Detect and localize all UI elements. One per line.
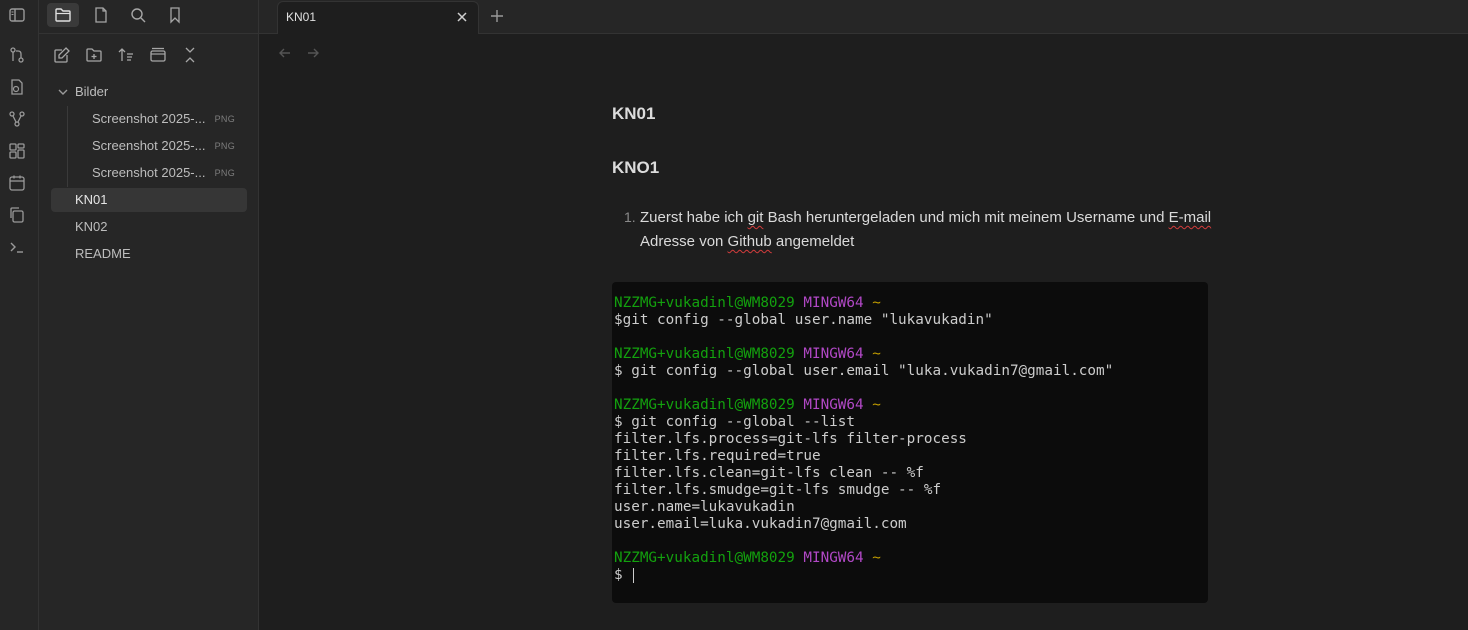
terminal-cursor <box>633 567 635 583</box>
note-label: KN02 <box>75 219 108 234</box>
file-icon[interactable] <box>85 3 117 27</box>
chevron-down-icon <box>57 80 69 104</box>
collapse-view-icon[interactable] <box>147 44 169 66</box>
note-label: KN01 <box>75 192 108 207</box>
list-item-text[interactable]: Zuerst habe ich git Bash heruntergeladen… <box>640 206 1280 254</box>
folder-label: Bilder <box>75 84 109 99</box>
note-heading: KNO1 <box>612 158 660 177</box>
file-label: Screenshot 2025-... <box>92 165 206 180</box>
new-folder-icon[interactable] <box>83 44 105 66</box>
tree-note-kn02[interactable]: KN02 <box>51 215 247 239</box>
file-extension-badge: PNG <box>214 168 235 178</box>
collapse-all-icon[interactable] <box>179 44 201 66</box>
file-label: Screenshot 2025-... <box>92 111 206 126</box>
embedded-terminal-screenshot: NZZMG+vukadinl@WM8029 MINGW64 ~ $git con… <box>612 282 1208 603</box>
editor-tab-bar: KN01 <box>259 0 1468 34</box>
terminal-icon[interactable] <box>8 238 26 256</box>
canvas-icon[interactable] <box>8 142 26 160</box>
folder-bilder[interactable]: Bilder <box>51 80 247 104</box>
file-explorer-sidebar: Bilder Screenshot 2025-... PNG Screensho… <box>39 0 259 630</box>
left-ribbon <box>0 0 39 630</box>
graph-icon[interactable] <box>8 110 26 128</box>
bookmark-icon[interactable] <box>159 3 191 27</box>
copy-icon[interactable] <box>8 206 26 224</box>
tab-title: KN01 <box>286 10 317 24</box>
tree-note-readme[interactable]: README <box>51 242 247 266</box>
file-label: Screenshot 2025-... <box>92 138 206 153</box>
back-arrow-icon[interactable] <box>276 44 294 62</box>
calendar-icon[interactable] <box>8 174 26 192</box>
file-extension-badge: PNG <box>214 114 235 124</box>
sidebar-toggle-icon[interactable] <box>8 6 26 24</box>
file-recovery-icon[interactable] <box>8 78 26 96</box>
search-icon[interactable] <box>122 3 154 27</box>
close-icon[interactable] <box>454 9 470 25</box>
inline-title[interactable]: KN01 <box>612 104 655 124</box>
sort-icon[interactable] <box>115 44 137 66</box>
tree-file-image[interactable]: Screenshot 2025-... PNG <box>51 134 247 158</box>
files-icon[interactable] <box>47 3 79 27</box>
tab-kn01[interactable]: KN01 <box>277 1 479 34</box>
list-number: 1. <box>624 209 636 225</box>
tree-file-image[interactable]: Screenshot 2025-... PNG <box>51 107 247 131</box>
tree-note-kn01[interactable]: KN01 <box>51 188 247 212</box>
sidebar-tab-header <box>39 0 258 34</box>
git-icon[interactable] <box>8 46 26 64</box>
note-label: README <box>75 246 131 261</box>
terminal-output: NZZMG+vukadinl@WM8029 MINGW64 ~ $git con… <box>614 295 1114 583</box>
file-extension-badge: PNG <box>214 141 235 151</box>
new-tab-icon[interactable] <box>487 6 507 26</box>
tree-file-image[interactable]: Screenshot 2025-... PNG <box>51 161 247 185</box>
forward-arrow-icon[interactable] <box>304 44 322 62</box>
new-note-icon[interactable] <box>51 44 73 66</box>
